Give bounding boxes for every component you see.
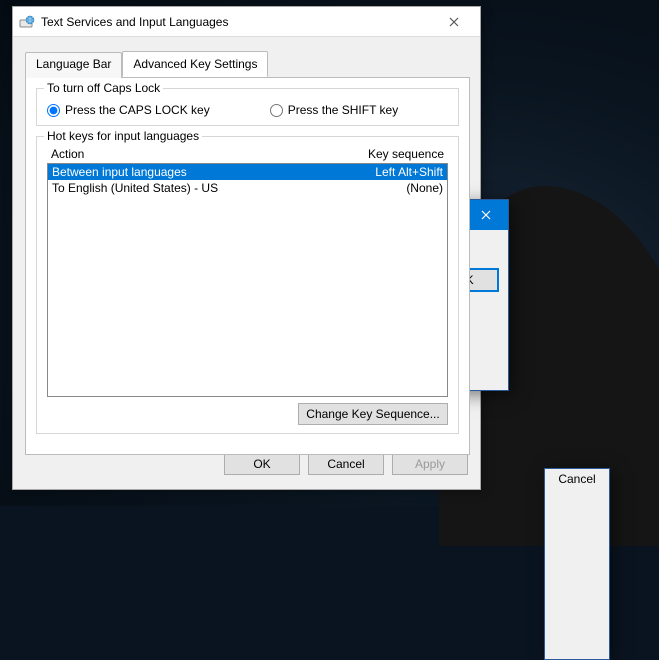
dialog-title: Text Services and Input Languages bbox=[41, 15, 228, 29]
tab-panel-advanced: To turn off Caps Lock Press the CAPS LOC… bbox=[25, 77, 470, 455]
radio-shift-input[interactable] bbox=[270, 104, 283, 117]
list-item[interactable]: Between input languages Left Alt+Shift bbox=[48, 164, 447, 180]
hotkey-seq: (None) bbox=[406, 181, 443, 195]
hotkey-action: To English (United States) - US bbox=[52, 181, 218, 195]
tab-advanced-key-settings[interactable]: Advanced Key Settings bbox=[122, 51, 268, 77]
col-action: Action bbox=[51, 147, 84, 161]
list-item[interactable]: To English (United States) - US (None) bbox=[48, 180, 447, 196]
child-close-button[interactable] bbox=[464, 200, 508, 230]
dialog-titlebar[interactable]: Text Services and Input Languages bbox=[13, 7, 480, 37]
keyboard-globe-icon bbox=[19, 14, 35, 30]
radio-capslock-input[interactable] bbox=[47, 104, 60, 117]
close-button[interactable] bbox=[434, 10, 474, 34]
radio-capslock-label: Press the CAPS LOCK key bbox=[65, 103, 210, 117]
change-seq-row: Change Key Sequence... bbox=[47, 403, 448, 425]
hotkey-seq: Left Alt+Shift bbox=[375, 165, 443, 179]
ok-button[interactable]: OK bbox=[224, 453, 300, 475]
radio-shift-label: Press the SHIFT key bbox=[288, 103, 398, 117]
hotkeys-header: Action Key sequence bbox=[47, 147, 448, 163]
hotkeys-legend: Hot keys for input languages bbox=[44, 129, 202, 143]
hotkey-action: Between input languages bbox=[52, 165, 187, 179]
capslock-group: To turn off Caps Lock Press the CAPS LOC… bbox=[36, 88, 459, 126]
text-services-dialog: Text Services and Input Languages Langua… bbox=[12, 6, 481, 490]
radio-shift-key[interactable]: Press the SHIFT key bbox=[270, 103, 398, 117]
capslock-options: Press the CAPS LOCK key Press the SHIFT … bbox=[47, 103, 448, 117]
dialog-body: Language Bar Advanced Key Settings To tu… bbox=[13, 37, 480, 489]
capslock-legend: To turn off Caps Lock bbox=[44, 81, 163, 95]
col-keyseq: Key sequence bbox=[368, 147, 444, 161]
tab-strip: Language Bar Advanced Key Settings bbox=[25, 51, 468, 77]
hotkeys-list[interactable]: Between input languages Left Alt+Shift T… bbox=[47, 163, 448, 397]
apply-button[interactable]: Apply bbox=[392, 453, 468, 475]
change-key-sequence-button[interactable]: Change Key Sequence... bbox=[298, 403, 448, 425]
child-cancel-button[interactable]: Cancel bbox=[544, 468, 610, 660]
tab-language-bar[interactable]: Language Bar bbox=[25, 52, 122, 78]
radio-capslock-key[interactable]: Press the CAPS LOCK key bbox=[47, 103, 210, 117]
hotkeys-group: Hot keys for input languages Action Key … bbox=[36, 136, 459, 434]
cancel-button[interactable]: Cancel bbox=[308, 453, 384, 475]
dialog-actions: OK Cancel Apply bbox=[224, 453, 468, 475]
